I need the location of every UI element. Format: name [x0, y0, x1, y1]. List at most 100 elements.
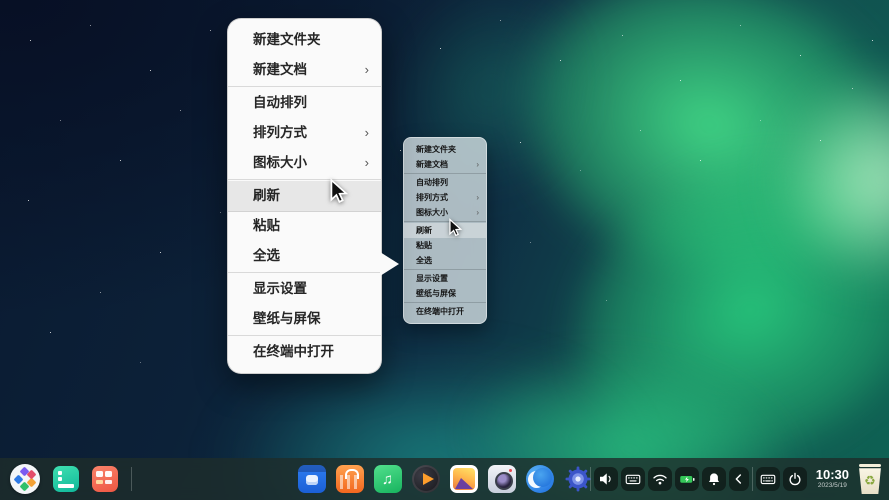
system-tray: 10:30 2023/5/19 ♻	[589, 464, 885, 494]
menu-item-label: 壁纸与屏保	[253, 311, 321, 326]
menu-item-在终端中打开[interactable]: 在终端中打开 ›	[404, 304, 486, 319]
menu-item-粘贴[interactable]: 粘贴 ›	[404, 238, 486, 253]
mouse-cursor	[446, 218, 465, 237]
submenu-arrow-icon: ›	[476, 208, 479, 217]
keyboard-icon[interactable]	[620, 467, 645, 491]
context-menu: 新建文件夹 › 新建文档 › 自动排列 › 排列方式 › 图标大小 › 刷新 ›…	[403, 137, 487, 324]
menu-item-label: 粘贴	[416, 241, 432, 250]
clock[interactable]: 10:30 2023/5/19	[816, 468, 849, 490]
submenu-arrow-icon: ›	[364, 62, 369, 77]
menu-item-label: 新建文件夹	[416, 145, 456, 154]
menu-item-label: 图标大小	[253, 155, 307, 170]
menu-item-label: 自动排列	[416, 178, 448, 187]
submenu-arrow-icon: ›	[364, 155, 369, 170]
onscreen-keyboard-icon[interactable]	[755, 467, 780, 491]
menu-item-label: 新建文档	[416, 160, 448, 169]
menu-item-排列方式[interactable]: 排列方式 ›	[404, 190, 486, 205]
collapse-tray-icon[interactable]	[728, 467, 749, 491]
menu-separator	[404, 269, 486, 270]
menu-item-全选[interactable]: 全选 ›	[228, 241, 381, 271]
menu-separator	[228, 272, 381, 273]
browser-icon[interactable]	[525, 465, 554, 493]
taskbar-separator	[751, 467, 753, 491]
menu-item-label: 粘贴	[253, 218, 280, 233]
menu-item-粘贴[interactable]: 粘贴 ›	[228, 211, 381, 241]
app-store-icon[interactable]	[335, 465, 364, 493]
music-player-icon[interactable]: ♫	[373, 465, 402, 493]
image-viewer-icon[interactable]	[449, 465, 478, 493]
menu-item-刷新[interactable]: 刷新 ›	[404, 223, 486, 238]
control-center-icon[interactable]	[564, 465, 592, 493]
aurora-band	[440, 25, 889, 500]
clock-date: 2023/5/19	[817, 482, 847, 489]
menu-item-label: 壁纸与屏保	[416, 289, 456, 298]
menu-separator	[228, 335, 381, 336]
menu-item-全选[interactable]: 全选 ›	[404, 253, 486, 268]
menu-item-在终端中打开[interactable]: 在终端中打开 ›	[228, 337, 381, 367]
menu-separator	[404, 173, 486, 174]
battery-icon[interactable]	[674, 467, 699, 491]
trash-icon[interactable]: ♻	[857, 464, 883, 494]
window-manager-icon[interactable]	[92, 466, 118, 492]
desktop[interactable]: 新建文件夹 › 新建文档 › 自动排列 › 排列方式 › 图标大小 › 刷新 ›…	[0, 0, 889, 500]
mouse-cursor-magnified	[326, 178, 352, 204]
menu-item-图标大小[interactable]: 图标大小 ›	[228, 148, 381, 178]
movie-player-icon[interactable]	[411, 465, 440, 493]
volume-icon[interactable]	[593, 467, 618, 491]
music-note-glyph: ♫	[381, 470, 394, 488]
workspace-view-icon[interactable]	[53, 466, 79, 492]
menu-item-label: 新建文件夹	[253, 32, 321, 47]
dock-left-group	[10, 464, 132, 494]
clock-time: 10:30	[815, 467, 849, 482]
menu-item-新建文件夹[interactable]: 新建文件夹 ›	[228, 25, 381, 55]
taskbar-separator	[589, 467, 591, 491]
taskbar: ♫ 10:30 2023/5/19 ♻	[0, 458, 889, 500]
trash-body: ♻	[859, 468, 881, 494]
menu-item-label: 新建文档	[253, 62, 307, 77]
menu-separator	[404, 302, 486, 303]
notifications-icon[interactable]	[701, 467, 726, 491]
menu-item-新建文件夹[interactable]: 新建文件夹 ›	[404, 142, 486, 157]
menu-item-label: 显示设置	[253, 281, 307, 296]
recycle-glyph: ♻	[864, 472, 876, 488]
menu-item-排列方式[interactable]: 排列方式 ›	[228, 118, 381, 148]
aurora-bright-core	[740, 40, 889, 320]
menu-item-壁纸与屏保[interactable]: 壁纸与屏保 ›	[228, 304, 381, 334]
menu-item-label: 排列方式	[416, 193, 448, 202]
submenu-arrow-icon: ›	[364, 125, 369, 140]
menu-item-label: 显示设置	[416, 274, 448, 283]
menu-item-label: 自动排列	[253, 95, 307, 110]
menu-item-label: 排列方式	[253, 125, 307, 140]
menu-separator	[228, 179, 381, 180]
menu-item-显示设置[interactable]: 显示设置 ›	[404, 271, 486, 286]
menu-item-label: 在终端中打开	[416, 307, 464, 316]
menu-separator	[228, 86, 381, 87]
menu-item-label: 在终端中打开	[253, 344, 334, 359]
submenu-arrow-icon: ›	[476, 193, 479, 202]
menu-item-label: 全选	[253, 248, 280, 263]
menu-item-新建文档[interactable]: 新建文档 ›	[228, 55, 381, 85]
menu-item-显示设置[interactable]: 显示设置 ›	[228, 274, 381, 304]
menu-item-label: 刷新	[253, 188, 280, 203]
taskbar-separator	[131, 467, 132, 491]
menu-item-自动排列[interactable]: 自动排列 ›	[404, 175, 486, 190]
menu-item-图标大小[interactable]: 图标大小 ›	[404, 205, 486, 220]
camera-icon[interactable]	[487, 465, 516, 493]
menu-item-自动排列[interactable]: 自动排列 ›	[228, 88, 381, 118]
launcher-diamond	[26, 469, 37, 480]
trash-lid	[859, 464, 881, 467]
menu-item-label: 全选	[416, 256, 432, 265]
wifi-icon[interactable]	[647, 467, 672, 491]
menu-item-label: 刷新	[416, 226, 432, 235]
menu-item-刷新[interactable]: 刷新 ›	[228, 181, 381, 211]
menu-separator	[404, 221, 486, 222]
launcher-icon[interactable]	[10, 464, 40, 494]
menu-item-新建文档[interactable]: 新建文档 ›	[404, 157, 486, 172]
submenu-arrow-icon: ›	[476, 160, 479, 169]
menu-item-label: 图标大小	[416, 208, 448, 217]
power-icon[interactable]	[782, 467, 807, 491]
file-manager-icon[interactable]	[297, 465, 326, 493]
context-menu-magnified: 新建文件夹 › 新建文档 › 自动排列 › 排列方式 › 图标大小 › 刷新 ›…	[227, 18, 399, 374]
stars	[0, 0, 1, 1]
menu-item-壁纸与屏保[interactable]: 壁纸与屏保 ›	[404, 286, 486, 301]
